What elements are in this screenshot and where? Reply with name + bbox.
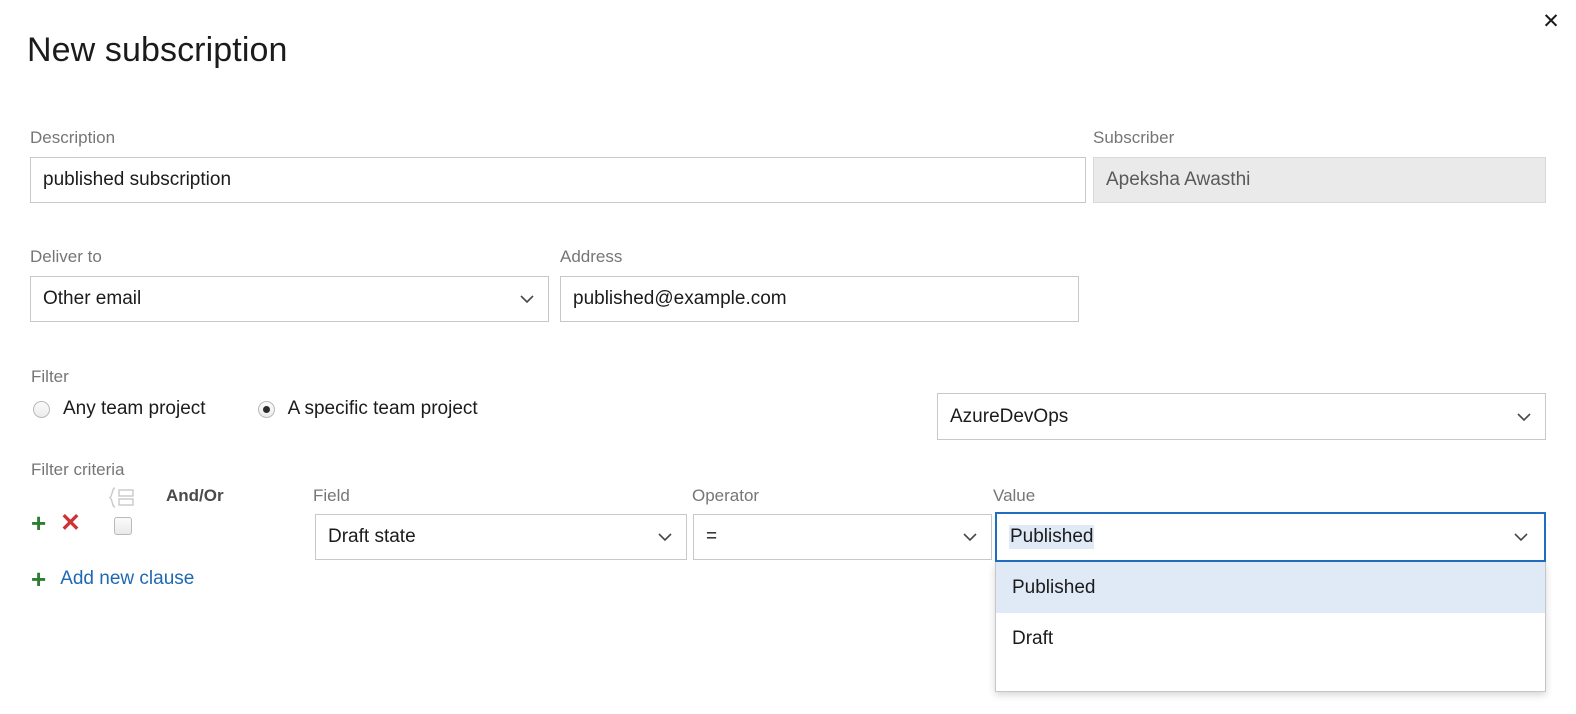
radio-indicator: [33, 401, 50, 418]
clause-checkbox[interactable]: [114, 517, 132, 535]
plus-icon[interactable]: +: [31, 510, 46, 536]
radio-any-team-project[interactable]: Any team project: [33, 398, 206, 420]
radio-indicator: [258, 401, 275, 418]
deliver-to-value: Other email: [43, 288, 141, 310]
subscriber-label: Subscriber: [1086, 128, 1546, 148]
add-new-clause-label: Add new clause: [60, 568, 194, 590]
new-subscription-dialog: ✕ New subscription Description published…: [0, 0, 1576, 714]
chevron-down-icon: [1512, 528, 1530, 546]
filter-criteria-label: Filter criteria: [31, 460, 125, 480]
description-field-group: Description published subscription: [30, 128, 1086, 203]
value-option-published[interactable]: Published: [996, 562, 1545, 613]
filter-radio-group: Any team project A specific team project: [33, 398, 478, 420]
description-input[interactable]: published subscription: [30, 157, 1086, 203]
chevron-down-icon: [656, 528, 674, 546]
chevron-down-icon: [961, 528, 979, 546]
deliver-to-dropdown[interactable]: Other email: [30, 276, 549, 322]
description-row: Description published subscription Subsc…: [30, 128, 1546, 203]
team-project-dropdown[interactable]: AzureDevOps: [937, 393, 1546, 440]
value-option-draft[interactable]: Draft: [996, 613, 1545, 664]
operator-dropdown-wrap: =: [693, 514, 992, 560]
team-project-dropdown-wrap: AzureDevOps: [937, 393, 1546, 440]
field-value: Draft state: [328, 526, 416, 548]
chevron-down-icon: [1515, 408, 1533, 426]
page-title: New subscription: [27, 31, 288, 70]
column-header-field: Field: [313, 486, 350, 506]
filter-label: Filter: [31, 367, 69, 387]
add-new-clause-button[interactable]: + Add new clause: [31, 566, 194, 592]
field-dropdown[interactable]: Draft state: [315, 514, 687, 560]
subscriber-input: Apeksha Awasthi: [1093, 157, 1546, 203]
column-header-operator: Operator: [692, 486, 759, 506]
chevron-down-icon: [518, 290, 536, 308]
delivery-row: Deliver to Other email Address published…: [30, 247, 1079, 322]
address-field-group: Address published@example.com: [560, 247, 1079, 322]
value-dropdown-wrap: Published Published Draft: [995, 512, 1546, 562]
plus-icon: +: [31, 566, 46, 592]
delete-x-icon[interactable]: ✕: [60, 510, 81, 536]
deliver-to-field-group: Deliver to Other email: [30, 247, 549, 322]
value-selected-text: Published: [1009, 525, 1094, 549]
address-label: Address: [560, 247, 1079, 267]
team-project-value: AzureDevOps: [950, 406, 1068, 428]
operator-value: =: [706, 526, 717, 548]
field-dropdown-wrap: Draft state: [315, 514, 687, 560]
value-dropdown[interactable]: Published: [995, 512, 1546, 562]
filter-criteria-headers: And/Or Field Operator Value: [0, 486, 1576, 508]
column-header-and-or: And/Or: [166, 486, 224, 506]
column-header-value: Value: [993, 486, 1035, 506]
address-input[interactable]: published@example.com: [560, 276, 1079, 322]
description-label: Description: [30, 128, 1086, 148]
operator-dropdown[interactable]: =: [693, 514, 992, 560]
radio-label: Any team project: [63, 398, 206, 420]
radio-label: A specific team project: [288, 398, 478, 420]
radio-specific-team-project[interactable]: A specific team project: [258, 398, 478, 420]
deliver-to-label: Deliver to: [30, 247, 549, 267]
close-icon[interactable]: ✕: [1534, 4, 1568, 38]
value-dropdown-list: Published Draft: [995, 562, 1546, 692]
subscriber-field-group: Subscriber Apeksha Awasthi: [1086, 128, 1546, 203]
